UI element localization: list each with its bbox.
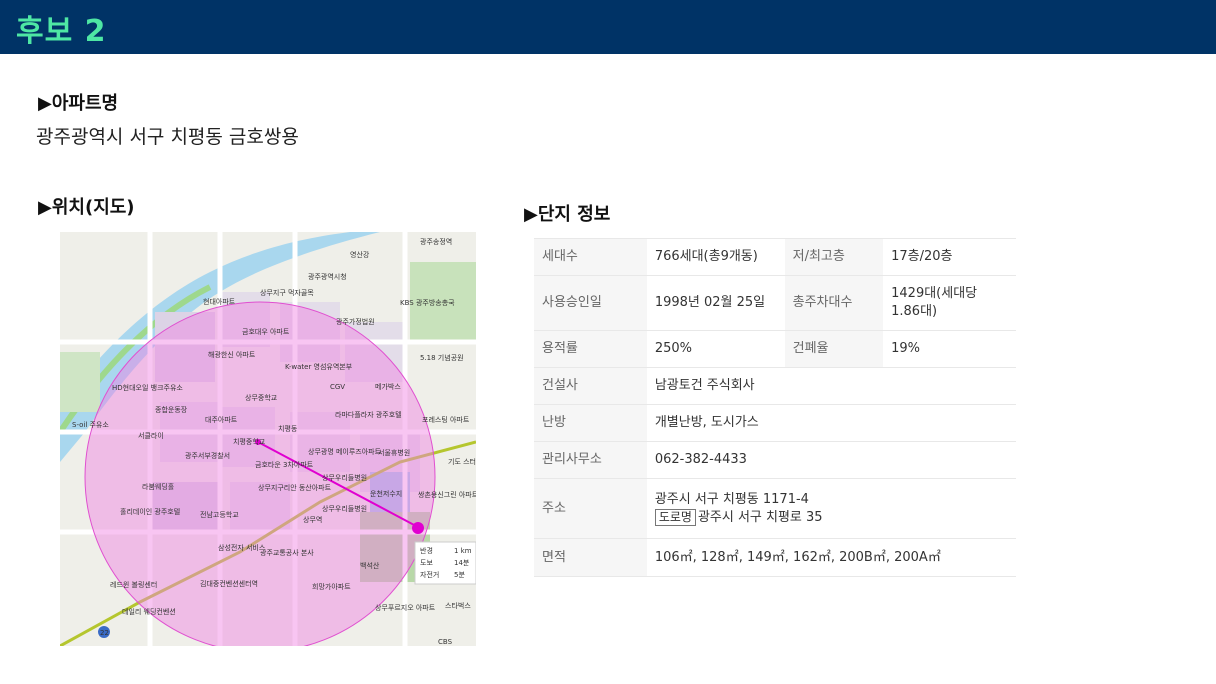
address-road: 광주시 서구 치평로 35 [697,509,823,525]
map-label-gwangju-station: 광주송정역 [420,237,452,246]
map-label-dongsan: 상무지구리안 동산아파트 [258,483,332,492]
map-label-yeongsan: 영산강 [350,250,370,259]
header-bar: 후보 2 [0,0,1216,54]
parking-value: 1429대(세대당 1.86대) [883,275,1016,331]
table-row: 관리사무소 062-382-4433 [534,441,1016,479]
households-label: 세대수 [534,238,647,276]
address-road-line: 도로명 광주시 서구 치평로 35 [654,508,1008,527]
heating-label: 난방 [534,404,647,442]
map-label-seoul-hospital: 서울휴병원 [378,448,410,457]
heating-value: 개별난방, 도시가스 [646,404,1016,442]
map-label-sseu: 쌍촌용신그린 아파트 [418,490,476,499]
table-row: 주소 광주시 서구 치평동 1171-4 도로명 광주시 서구 치평로 35 [534,478,1016,539]
radius-circle [84,301,436,646]
map-label-geumho-daewoo: 금호대우 아파트 [242,327,290,336]
map-label-court: 광주가정법원 [336,317,375,326]
destination-marker[interactable] [412,522,424,534]
map-label-jonnam-high: 전남고등학교 [200,510,239,519]
location-map[interactable]: 광주광역시청 영산강 치평중학교 K-water 영섬유역본부 라마다플라자 광… [60,232,476,646]
map-label-sangmu-pure: 상무푸르지오 아파트 [375,603,436,612]
parking-label: 총주차대수 [784,275,884,331]
map-canvas: 광주광역시청 영산강 치평중학교 K-water 영섬유역본부 라마다플라자 광… [60,232,476,646]
map-label-hope-hospital: 희망가아파트 [312,582,351,591]
far-label: 용적률 [534,330,647,368]
map-label-uchenjeong: 운천저수지 [370,489,402,498]
map-label-sangmu-station: 상무역 [303,515,322,524]
address-lot: 광주시 서구 치평동 1171-4 [654,491,809,507]
complex-info-heading: ▶단지 정보 [524,204,611,225]
map-label-seobu-police: 광주서부경찰서 [185,451,230,460]
far-value: 250% [646,330,785,368]
route-walk-label: 도보 [420,559,433,567]
location-heading: ▶위치(지도) [38,197,135,218]
map-label-memorial: 5.18 기념공원 [420,353,464,362]
map-label-megabox: 메가박스 [375,382,401,391]
complex-info-table: 세대수 766세대(총9개동) 저/최고층 17층/20층 사용승인일 1998… [534,238,1016,577]
table-row: 사용승인일 1998년 02월 25일 총주차대수 1429대(세대당 1.86… [534,275,1016,331]
map-label-sangmu-jigu: 상무지구 먹자골목 [260,288,314,297]
table-row: 세대수 766세대(총9개동) 저/최고층 17층/20층 [534,238,1016,276]
address-value: 광주시 서구 치평동 1171-4 도로명 광주시 서구 치평로 35 [646,478,1016,539]
route-walk-value: 14분 [454,559,470,567]
map-label-chipyeong-dong: 치평동 [278,424,298,433]
page-title: 후보 2 [16,14,107,49]
table-row: 용적률 250% 건폐율 19% [534,330,1016,368]
route-bike-label: 자전거 [420,570,439,579]
route-bike-value: 5분 [454,571,465,579]
map-label-cgv: CGV [330,383,345,391]
approval-value: 1998년 02월 25일 [646,275,785,331]
map-label-haeryong: 해광한신 아파트 [208,350,256,359]
map-label-cbs: CBS [438,638,453,646]
approval-label: 사용승인일 [534,275,647,331]
table-row: 면적 106㎡, 128㎡, 149㎡, 162㎡, 200B㎡, 200A㎡ [534,538,1016,577]
map-label-gimdaejung: 김대중컨벤션센터역 [200,579,258,588]
map-label-sangmu-hospital: 상무우리들병원 [322,504,367,513]
office-phone: 062-382-4433 [646,441,1016,479]
floors-label: 저/최고층 [784,238,884,276]
map-label-sangmu-cafe: 상무우리들병원 [322,473,367,482]
table-row: 건설사 남광토건 주식회사 [534,367,1016,405]
bcr-value: 19% [883,330,1016,368]
map-label-hyundai: 현대아파트 [203,297,236,306]
builder-value: 남광토건 주식회사 [646,367,1016,405]
map-label-kwater: K-water 영섬유역본부 [285,362,353,371]
address-label: 주소 [534,478,647,539]
map-label-daeju: 대주아파트 [205,415,238,424]
map-label-rain: 라붐웨딩홀 [142,482,175,491]
map-label-bowling: 레드윈 볼링센터 [110,580,157,589]
map-label-hotel: 홀리데이인 광주호텔 [120,507,180,516]
highway-number: 22 [100,629,109,637]
road-name-tag: 도로명 [654,508,696,526]
map-label-forest: 포레스팅 아파트 [422,415,470,424]
route-radius-label: 반경 [420,546,433,555]
map-label-nonghyup: 상무광명 메이루즈아파트 [308,447,382,456]
apartment-name: 광주광역시 서구 치평동 금호쌍용 [36,126,299,148]
map-label-soil: S-oil 주유소 [72,421,109,429]
floors-value: 17층/20층 [883,238,1016,276]
bcr-label: 건폐율 [784,330,884,368]
map-label-hdhyundai: HD현대오일 뱅크주유소 [112,383,183,392]
map-label-chipyeong-school: 치평중학교 [233,437,266,446]
map-label-transit: 광주교통공사 본사 [260,548,314,557]
apartment-heading: ▶아파트명 [38,93,119,114]
map-label-city-hall: 광주광역시청 [308,272,347,281]
map-label-baekseok: 백석산 [360,561,380,570]
households-value: 766세대(총9개동) [646,238,785,276]
area-label: 면적 [534,538,647,577]
map-label-gigo: 기도 스터디 [448,457,476,466]
table-row: 난방 개별난방, 도시가스 [534,404,1016,442]
map-label-samsung: 삼성전자 서비스 [218,543,266,552]
office-label: 관리사무소 [534,441,647,479]
map-label-seoullai: 서클라이 [138,431,164,440]
map-label-kumho: 금호타운 3차아파트 [255,460,314,469]
map-label-lamada: 라마다플라자 광주호텔 [335,410,402,419]
area-value: 106㎡, 128㎡, 149㎡, 162㎡, 200B㎡, 200A㎡ [646,538,1016,577]
map-label-jonghap: 종합운동장 [155,405,188,414]
route-radius-value: 1 km [454,547,472,555]
map-label-kbs: KBS 광주방송총국 [400,298,455,307]
builder-label: 건설사 [534,367,647,405]
map-label-wedding: 데일리 웨딩컨벤션 [122,607,176,616]
map-label-sangmu-middle: 상무중학교 [245,393,278,402]
map-label-starbucks: 스타벅스 [445,601,471,610]
